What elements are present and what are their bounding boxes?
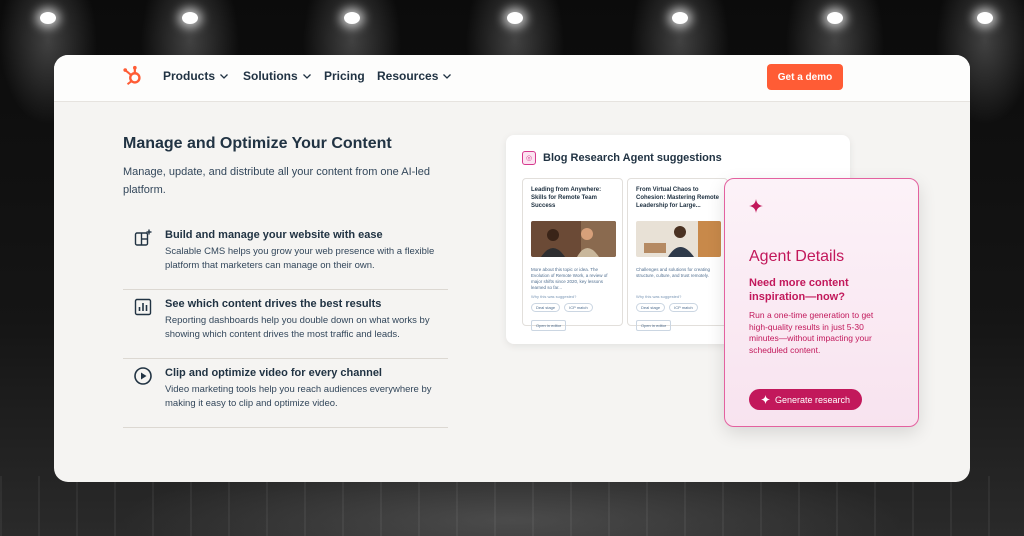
- chevron-down-icon: [302, 74, 311, 79]
- panel-header: ◎ Blog Research Agent suggestions: [522, 151, 722, 165]
- chevron-down-icon: [443, 74, 452, 79]
- nav-resources-label: Resources: [377, 69, 439, 83]
- suggestion-description: More about this topic or idea. The Evolu…: [531, 267, 608, 290]
- feature-title: Build and manage your website with ease: [165, 229, 383, 241]
- feature-list: Build and manage your website with ease …: [123, 221, 448, 428]
- stage-light: [507, 12, 523, 24]
- stage-light: [977, 12, 993, 24]
- suggestion-card[interactable]: From Virtual Chaos to Cohesion: Masterin…: [627, 178, 728, 331]
- meeting-photo-image: [531, 221, 616, 257]
- nav-pricing-label: Pricing: [324, 69, 365, 83]
- agent-details-card: Agent Details Need more content inspirat…: [724, 178, 919, 427]
- top-navigation: Products Solutions Pricing Resources Get…: [54, 55, 970, 102]
- sparkle-icon: [760, 395, 770, 404]
- suggestion-description: Challenges and solutions for creating st…: [636, 267, 711, 278]
- page-subtitle: Manage, update, and distribute all your …: [123, 166, 430, 196]
- nav-solutions-label: Solutions: [243, 69, 298, 83]
- get-demo-button[interactable]: Get a demo: [767, 64, 843, 90]
- open-in-editor-button[interactable]: Open in editor: [531, 320, 567, 331]
- stage-light: [827, 12, 843, 24]
- agent-details-description: Run a one-time generation to get high-qu…: [749, 310, 874, 355]
- generate-research-button[interactable]: Generate research: [749, 389, 862, 410]
- stage-light: [344, 12, 360, 24]
- nav-products[interactable]: Products: [163, 69, 229, 83]
- feature-description: Reporting dashboards help you double dow…: [165, 315, 430, 340]
- feature-item-website: Build and manage your website with ease …: [123, 221, 448, 290]
- play-circle-icon: [134, 367, 152, 385]
- hero-section: Manage and Optimize Your Content Manage,…: [123, 135, 453, 199]
- feature-description: Scalable CMS helps you grow your web pre…: [165, 246, 435, 271]
- nav-solutions[interactable]: Solutions: [243, 69, 312, 83]
- tag-badge: Deal stage: [531, 303, 561, 312]
- feature-item-reporting: See which content drives the best result…: [123, 290, 448, 359]
- feature-description: Video marketing tools help you reach aud…: [165, 384, 432, 409]
- feature-title: See which content drives the best result…: [165, 298, 382, 310]
- agent-details-title: Agent Details: [749, 248, 845, 265]
- tag-list: Deal stage ICP match: [636, 303, 719, 312]
- suggestion-title: Leading from Anywhere: Skills for Remote…: [531, 187, 602, 209]
- nav-resources[interactable]: Resources: [377, 69, 452, 83]
- nav-products-label: Products: [163, 69, 216, 83]
- suggestion-card[interactable]: Leading from Anywhere: Skills for Remote…: [522, 178, 623, 331]
- sparkle-icon: [749, 199, 763, 213]
- generate-research-label: Generate research: [774, 394, 851, 405]
- tag-badge: ICP match: [564, 303, 593, 312]
- layout-plus-icon: [134, 229, 152, 246]
- panel-title: Blog Research Agent suggestions: [543, 152, 722, 164]
- stage-light: [182, 12, 198, 24]
- content-card: Products Solutions Pricing Resources Get…: [54, 55, 970, 482]
- why-suggested-link[interactable]: Why this was suggested?: [636, 294, 719, 299]
- nav-pricing[interactable]: Pricing: [324, 69, 365, 83]
- office-photo-image: [636, 221, 721, 257]
- agent-icon: ◎: [522, 151, 536, 165]
- stage-floor: [0, 476, 1024, 536]
- tag-badge: ICP match: [669, 303, 698, 312]
- stage-light: [672, 12, 688, 24]
- open-in-editor-button[interactable]: Open in editor: [636, 320, 672, 331]
- feature-item-video: Clip and optimize video for every channe…: [123, 359, 448, 428]
- bar-chart-icon: [134, 298, 152, 316]
- hubspot-logo-icon[interactable]: [122, 65, 144, 87]
- feature-title: Clip and optimize video for every channe…: [165, 367, 382, 379]
- tag-badge: Deal stage: [636, 303, 666, 312]
- tag-list: Deal stage ICP match: [531, 303, 614, 312]
- suggestion-title: From Virtual Chaos to Cohesion: Masterin…: [636, 187, 720, 209]
- why-suggested-link[interactable]: Why this was suggested?: [531, 294, 614, 299]
- chevron-down-icon: [220, 74, 228, 79]
- stage-light: [40, 12, 56, 24]
- agent-details-subtitle: Need more content inspiration—now?: [749, 277, 849, 303]
- page-title: Manage and Optimize Your Content: [123, 135, 392, 152]
